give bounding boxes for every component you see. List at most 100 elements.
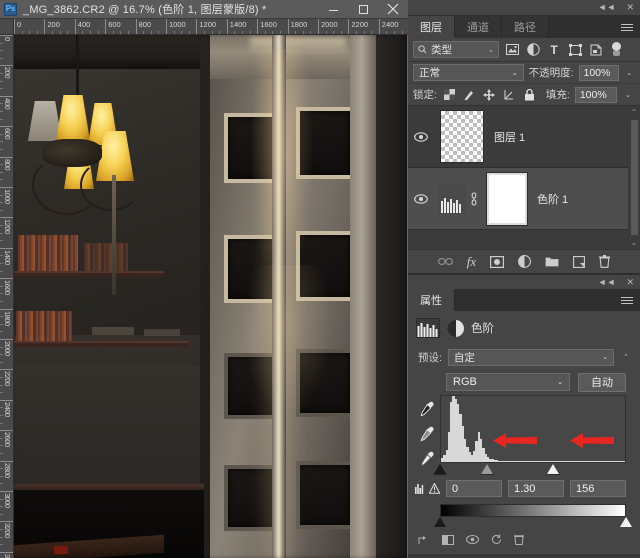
filter-enable-toggle[interactable] [611,41,622,58]
ruler-v-minor-tick [0,225,3,226]
minimize-button[interactable] [318,0,348,18]
close-properties-icon[interactable]: ✕ [626,277,634,287]
collapse-panel-icon[interactable]: ◄◄ [598,3,616,12]
layer-row-1[interactable]: 图层 1 [408,106,640,168]
ruler-h-minor-tick [59,31,61,34]
photo-shelf-upper [14,271,164,277]
midtone-input[interactable]: 1.30 [508,480,564,497]
tab-channels[interactable]: 通道 [455,16,502,38]
ruler-v-minor-tick [0,285,3,287]
new-group-icon[interactable] [545,256,559,267]
type-filter-icon[interactable]: T [546,42,562,58]
document-title: _MG_3862.CR2 @ 16.7% (色阶 1, 图层蒙版/8) * [23,4,267,16]
layer-visibility-toggle-1[interactable] [410,131,432,142]
fill-stepper-icon[interactable]: ⌄ [622,91,634,99]
layer-thumbnail-2[interactable] [438,184,466,213]
input-levels-row: 0 1.30 156 [408,477,640,500]
channel-select[interactable]: RGB ⌄ [446,373,570,391]
opacity-input[interactable]: 100% [578,64,619,81]
adjustment-title: 色阶 [471,323,494,335]
shadow-input[interactable]: 0 [446,480,502,497]
delete-icon[interactable] [514,534,524,548]
ruler-v-minor-tick [0,103,3,105]
layer-thumbnail-1[interactable] [440,110,484,163]
add-mask-icon[interactable] [490,255,505,268]
pixel-filter-icon[interactable] [504,42,520,58]
smart-object-filter-icon[interactable] [588,42,604,58]
tab-paths[interactable]: 路径 [502,16,549,38]
tab-properties[interactable]: 属性 [408,289,455,311]
ruler-h-minor-tick [211,31,213,34]
layer-filter-kind-select[interactable]: 类型 ⌄ [413,41,499,58]
ruler-v-tick: 400 [0,95,13,109]
reset-icon[interactable] [491,534,502,548]
view-previous-state-icon[interactable] [442,534,454,548]
maximize-button[interactable] [348,0,378,18]
collapse-properties-icon[interactable]: ◄◄ [598,277,616,287]
preset-stepper-icon[interactable]: ⌃ [620,353,632,361]
fill-input[interactable]: 100% [574,86,617,103]
opacity-stepper-icon[interactable]: ⌄ [624,69,635,77]
preset-select[interactable]: 自定 ⌄ [447,348,614,366]
midtone-slider[interactable] [480,464,493,474]
horizontal-ruler[interactable]: 0 200 400 600 800 1000 1200 1400 1600 1800 2000 220… [14,19,408,35]
preset-row: 预设: 自定 ⌄ ⌃ [408,345,640,369]
lock-transparent-icon[interactable] [442,87,457,102]
link-layers-icon[interactable] [437,257,453,266]
ruler-v-tick: 800 [0,156,13,170]
scroll-thumb[interactable] [630,120,638,235]
layer-list-scrollbar[interactable]: ⌃ ⌄ [628,106,640,249]
new-layer-icon[interactable] [573,255,586,268]
close-button[interactable] [378,0,408,18]
layer-row-2[interactable]: 色阶 1 [408,168,640,230]
scroll-down-icon[interactable]: ⌄ [631,238,638,247]
shadow-slider[interactable] [434,464,446,474]
clip-to-layer-icon[interactable] [418,535,430,548]
ruler-h-tick: 1200 [196,19,216,34]
clipping-warning-icon[interactable] [414,483,440,494]
black-point-eyedropper-icon[interactable] [419,401,435,417]
lock-artboard-icon[interactable] [502,87,517,102]
delete-layer-icon[interactable] [599,255,611,268]
tab-layers[interactable]: 图层 [408,16,455,38]
ruler-h-minor-tick [249,31,251,34]
ruler-corner[interactable] [0,19,14,35]
ruler-v-minor-tick [0,536,3,538]
layer-style-fx-icon[interactable]: fx [467,254,476,270]
input-levels-sliders[interactable] [433,463,626,477]
output-white-slider[interactable] [620,517,632,527]
lock-image-icon[interactable] [462,87,477,102]
layer-visibility-toggle-2[interactable] [410,193,432,204]
auto-button[interactable]: 自动 [578,372,626,392]
blend-mode-select[interactable]: 正常 ⌄ [413,64,524,81]
ruler-h-minor-tick [128,31,129,34]
output-black-slider[interactable] [434,517,446,527]
ruler-h-minor-tick [340,31,342,34]
ruler-v-minor-tick [0,202,3,204]
output-levels-sliders[interactable] [434,517,632,530]
close-panel-icon[interactable]: ✕ [626,3,634,12]
ruler-v-tick: 3400 [0,551,13,558]
highlight-slider[interactable] [547,464,560,474]
properties-panel-menu-button[interactable] [621,289,640,311]
levels-histogram-icon [416,318,440,338]
photoshop-logo-icon: Ps [4,2,17,16]
vertical-ruler[interactable]: 0 200 400 600 800 1000 1200 1400 1600 1800 2000 220… [0,35,14,558]
layers-panel-menu-button[interactable] [621,16,640,38]
levels-histogram[interactable] [440,395,626,463]
gray-point-eyedropper-icon[interactable] [419,426,435,442]
layer-filter-row: 类型 ⌄ T [408,38,640,62]
document-photo[interactable] [14,35,408,558]
scroll-up-icon[interactable]: ⌃ [631,108,638,117]
lock-all-icon[interactable] [522,87,537,102]
adjustment-filter-icon[interactable] [525,42,541,58]
lock-position-icon[interactable] [482,87,497,102]
ruler-h-minor-tick [310,31,312,34]
layer-mask-thumbnail-2[interactable] [486,171,528,226]
new-adjustment-layer-icon[interactable] [518,255,532,268]
toggle-visibility-icon[interactable] [466,535,479,547]
link-mask-icon[interactable] [466,191,482,206]
canvas-area[interactable] [14,35,408,558]
highlight-input[interactable]: 156 [570,480,626,497]
shape-filter-icon[interactable] [567,42,583,58]
